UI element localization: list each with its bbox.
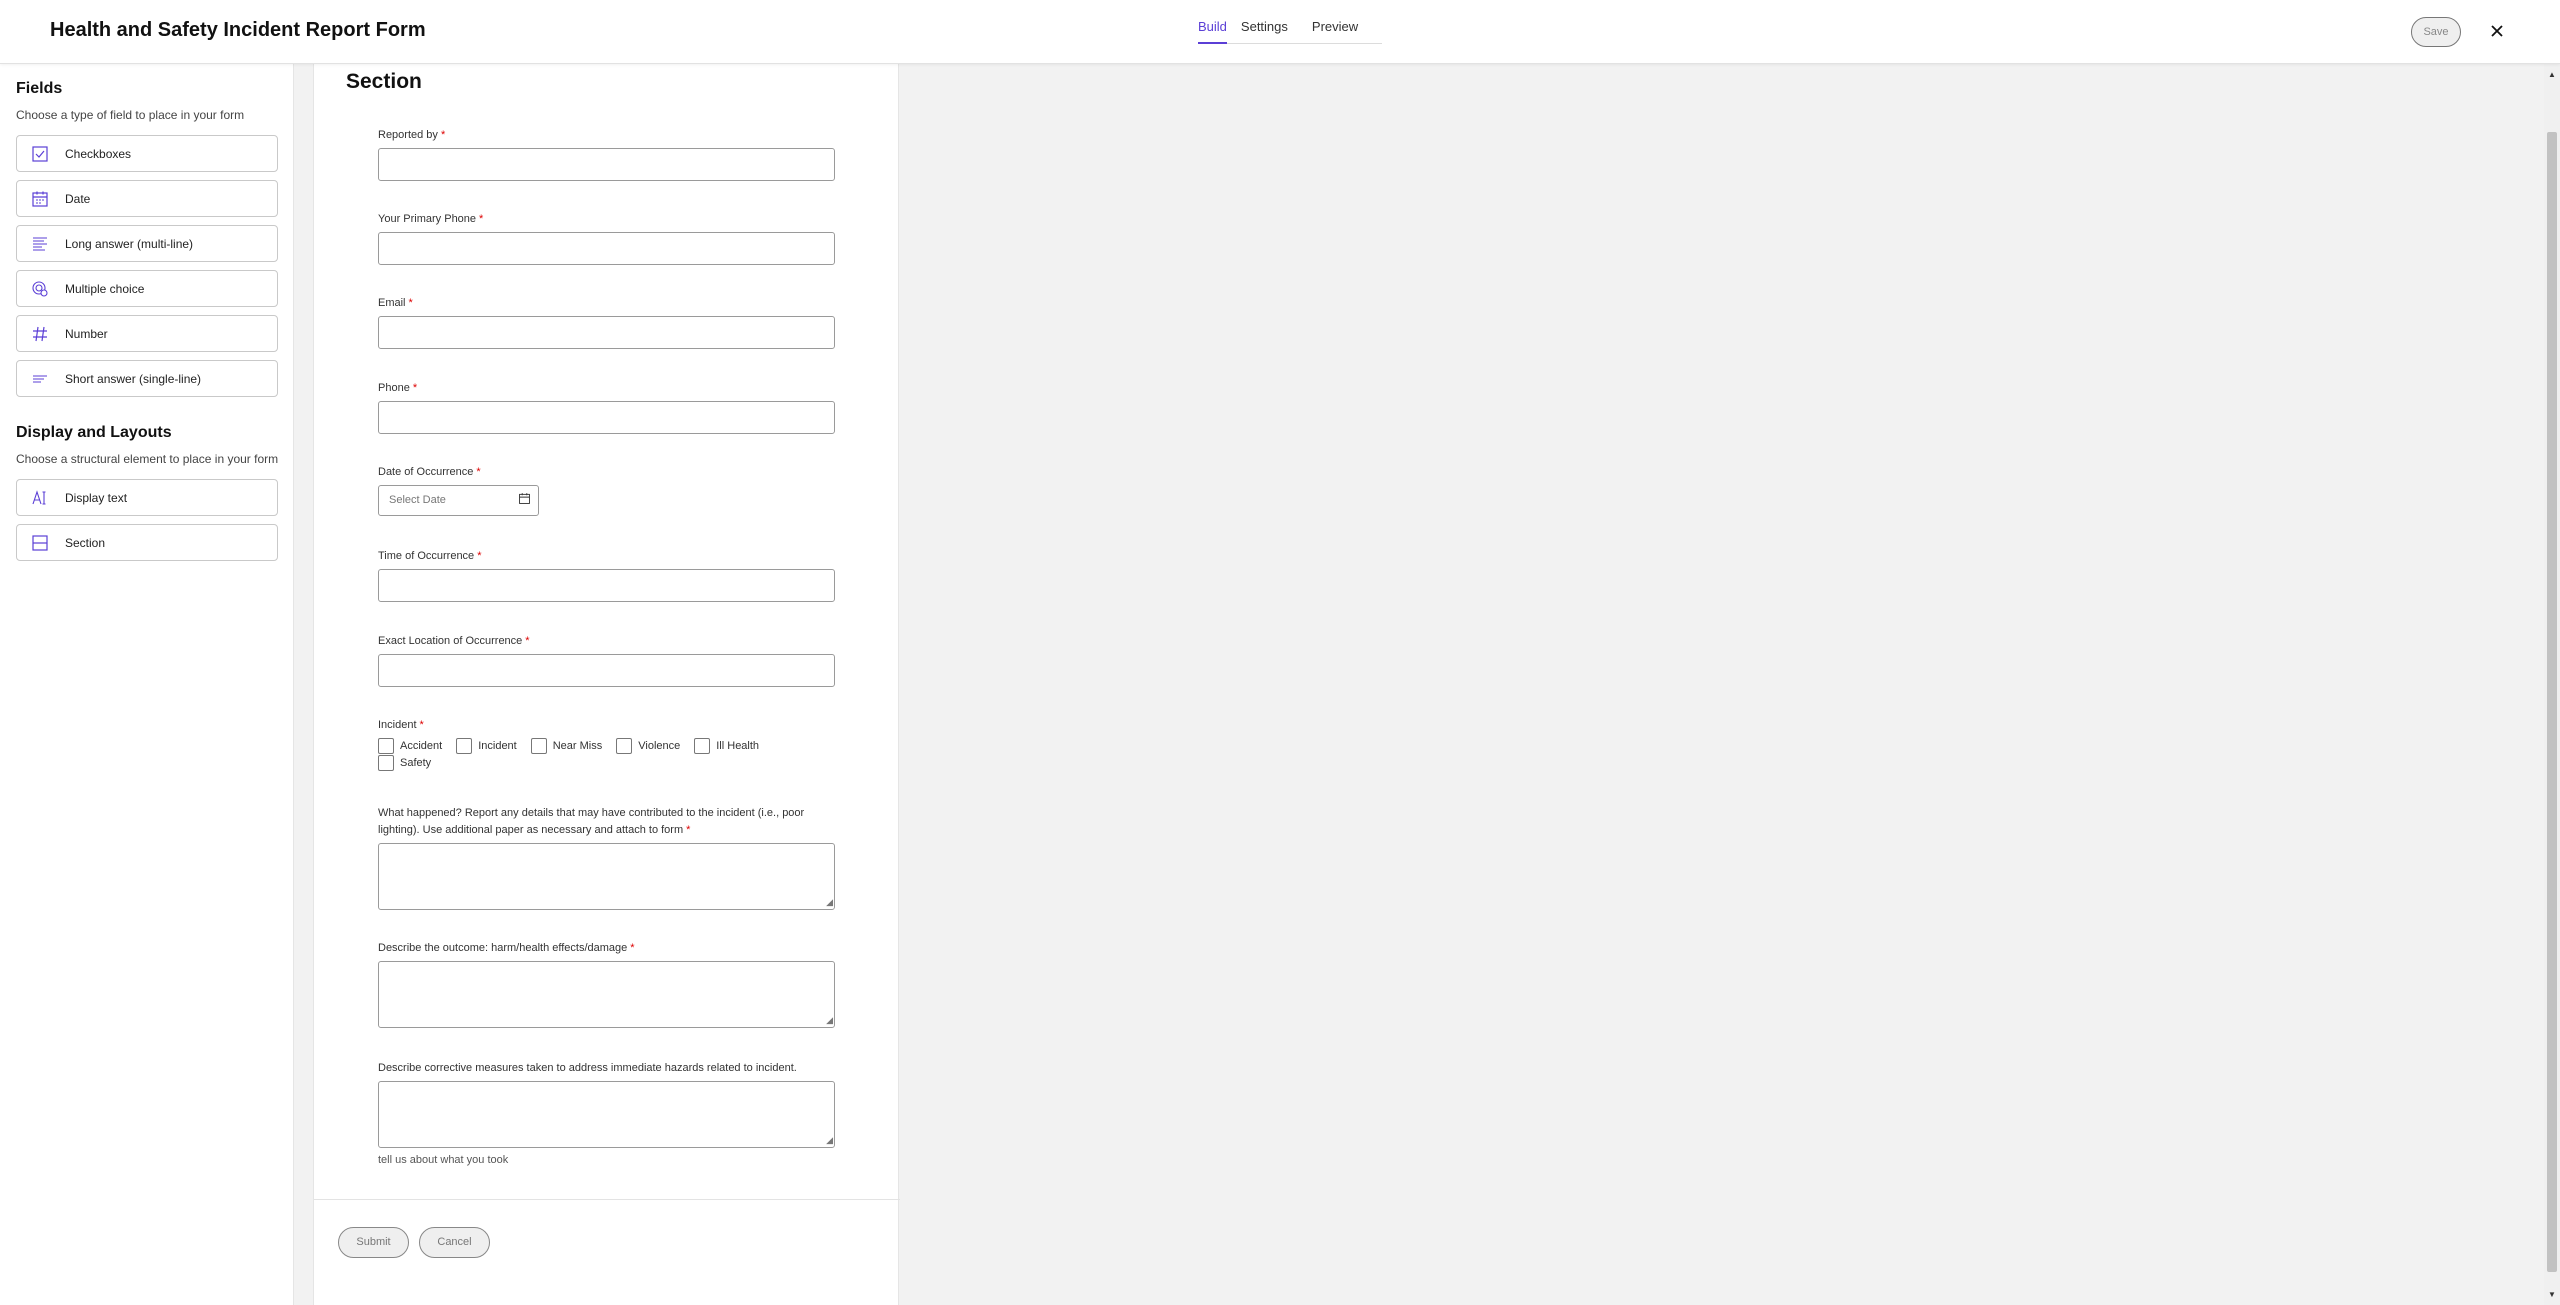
short-text-icon	[31, 370, 49, 388]
scroll-down-icon[interactable]: ▼	[2548, 1290, 2556, 1299]
checkbox-icon	[31, 145, 49, 163]
multiple-choice-icon	[31, 280, 49, 298]
tab-preview[interactable]: Preview	[1312, 0, 1368, 44]
label-what-happened: What happened? Report any details that m…	[378, 807, 805, 836]
checkbox-incident[interactable]	[456, 738, 473, 754]
field-type-checkboxes[interactable]: Checkboxes	[16, 135, 278, 172]
label-exact-location: Exact Location of Occurrence *	[378, 635, 530, 647]
incident-options-row: Accident Incident Near Miss Violence Ill…	[378, 738, 773, 754]
checkbox-label: Near Miss	[552, 740, 603, 752]
checkbox-label: Violence	[638, 740, 681, 752]
field-type-label: Number	[65, 326, 108, 341]
checkbox-label: Incident	[478, 740, 517, 752]
save-button[interactable]: Save	[2411, 17, 2461, 47]
primary-phone-input[interactable]	[378, 232, 835, 265]
label-outcome: Describe the outcome: harm/health effect…	[378, 942, 635, 954]
label-corrective-measures: Describe corrective measures taken to ad…	[378, 1062, 797, 1074]
label-reported-by: Reported by *	[378, 129, 446, 141]
checkbox-label: Ill Health	[716, 740, 760, 752]
field-type-number[interactable]: Number	[16, 315, 278, 352]
layout-type-display-text[interactable]: Display text	[16, 479, 278, 516]
checkbox-label: Safety	[400, 757, 432, 769]
form-footer-divider	[314, 1199, 900, 1200]
scroll-up-icon[interactable]: ▲	[2548, 70, 2556, 79]
checkbox-label: Accident	[400, 740, 443, 752]
layouts-heading: Display and Layouts	[16, 424, 172, 441]
field-type-label: Short answer (single-line)	[65, 371, 202, 386]
resize-grip-icon[interactable]: ◢	[826, 1135, 833, 1146]
layout-type-label: Section	[65, 535, 106, 550]
section-title: Section	[346, 70, 422, 93]
field-type-multiple-choice[interactable]: Multiple choice	[16, 270, 278, 307]
field-type-label: Multiple choice	[65, 281, 145, 296]
checkbox-accident[interactable]	[378, 738, 394, 754]
field-type-label: Long answer (multi-line)	[65, 236, 194, 251]
fields-heading: Fields	[16, 80, 63, 97]
incident-options-row-2: Safety	[378, 755, 445, 771]
field-type-date[interactable]: Date	[16, 180, 278, 217]
label-date-of-occurrence: Date of Occurrence *	[378, 466, 481, 478]
label-time-of-occurrence: Time of Occurrence *	[378, 550, 482, 562]
hash-icon	[31, 325, 49, 343]
calendar-icon[interactable]	[519, 487, 530, 516]
field-type-label: Checkboxes	[65, 146, 132, 161]
section-icon	[31, 534, 49, 552]
label-email: Email *	[378, 297, 413, 309]
phone-input[interactable]	[378, 401, 835, 434]
resize-grip-icon[interactable]: ◢	[826, 1015, 833, 1026]
display-text-icon	[31, 489, 49, 507]
submit-button[interactable]: Submit	[338, 1227, 409, 1258]
checkbox-safety[interactable]	[378, 755, 394, 771]
layout-type-label: Display text	[65, 490, 128, 505]
time-of-occurrence-input[interactable]	[378, 569, 835, 602]
top-bar: Health and Safety Incident Report Form B…	[0, 0, 2560, 64]
cancel-button[interactable]: Cancel	[419, 1227, 490, 1258]
corrective-hint: tell us about what you took	[378, 1154, 509, 1166]
date-placeholder: Select Date	[389, 494, 446, 506]
multiline-text-icon	[31, 235, 49, 253]
field-type-short-answer[interactable]: Short answer (single-line)	[16, 360, 278, 397]
checkbox-ill-health[interactable]	[694, 738, 711, 754]
resize-grip-icon[interactable]: ◢	[826, 897, 833, 908]
layouts-subtitle: Choose a structural element to place in …	[16, 452, 279, 466]
tab-settings[interactable]: Settings	[1241, 0, 1298, 44]
label-primary-phone: Your Primary Phone *	[378, 213, 484, 225]
tab-build[interactable]: Build	[1198, 0, 1227, 44]
corrective-measures-textarea[interactable]: ◢	[378, 1081, 835, 1148]
field-type-label: Date	[65, 191, 91, 206]
fields-subtitle: Choose a type of field to place in your …	[16, 108, 245, 122]
layout-type-section[interactable]: Section	[16, 524, 278, 561]
calendar-icon	[31, 190, 49, 208]
checkbox-near-miss[interactable]	[530, 738, 547, 754]
form-title: Health and Safety Incident Report Form	[50, 19, 426, 41]
close-button[interactable]	[2484, 19, 2510, 45]
label-incident: Incident *	[378, 719, 424, 731]
email-input[interactable]	[378, 316, 835, 349]
exact-location-input[interactable]	[378, 654, 835, 687]
reported-by-input[interactable]	[378, 148, 835, 181]
outcome-textarea[interactable]: ◢	[378, 961, 835, 1028]
checkbox-violence[interactable]	[616, 738, 633, 754]
scrollbar-thumb[interactable]	[2547, 132, 2557, 1272]
form-canvas: Section Reported by * Your Primary Phone *…	[313, 64, 900, 1305]
field-type-long-answer[interactable]: Long answer (multi-line)	[16, 225, 278, 262]
date-of-occurrence-picker[interactable]: Select Date	[378, 485, 539, 516]
what-happened-textarea[interactable]: ◢	[378, 843, 835, 910]
field-palette-sidebar: Fields Choose a type of field to place i…	[0, 64, 294, 1305]
tab-bar: Build Settings Preview	[1198, 0, 1383, 44]
label-phone: Phone *	[378, 382, 418, 394]
close-icon	[2490, 21, 2504, 44]
